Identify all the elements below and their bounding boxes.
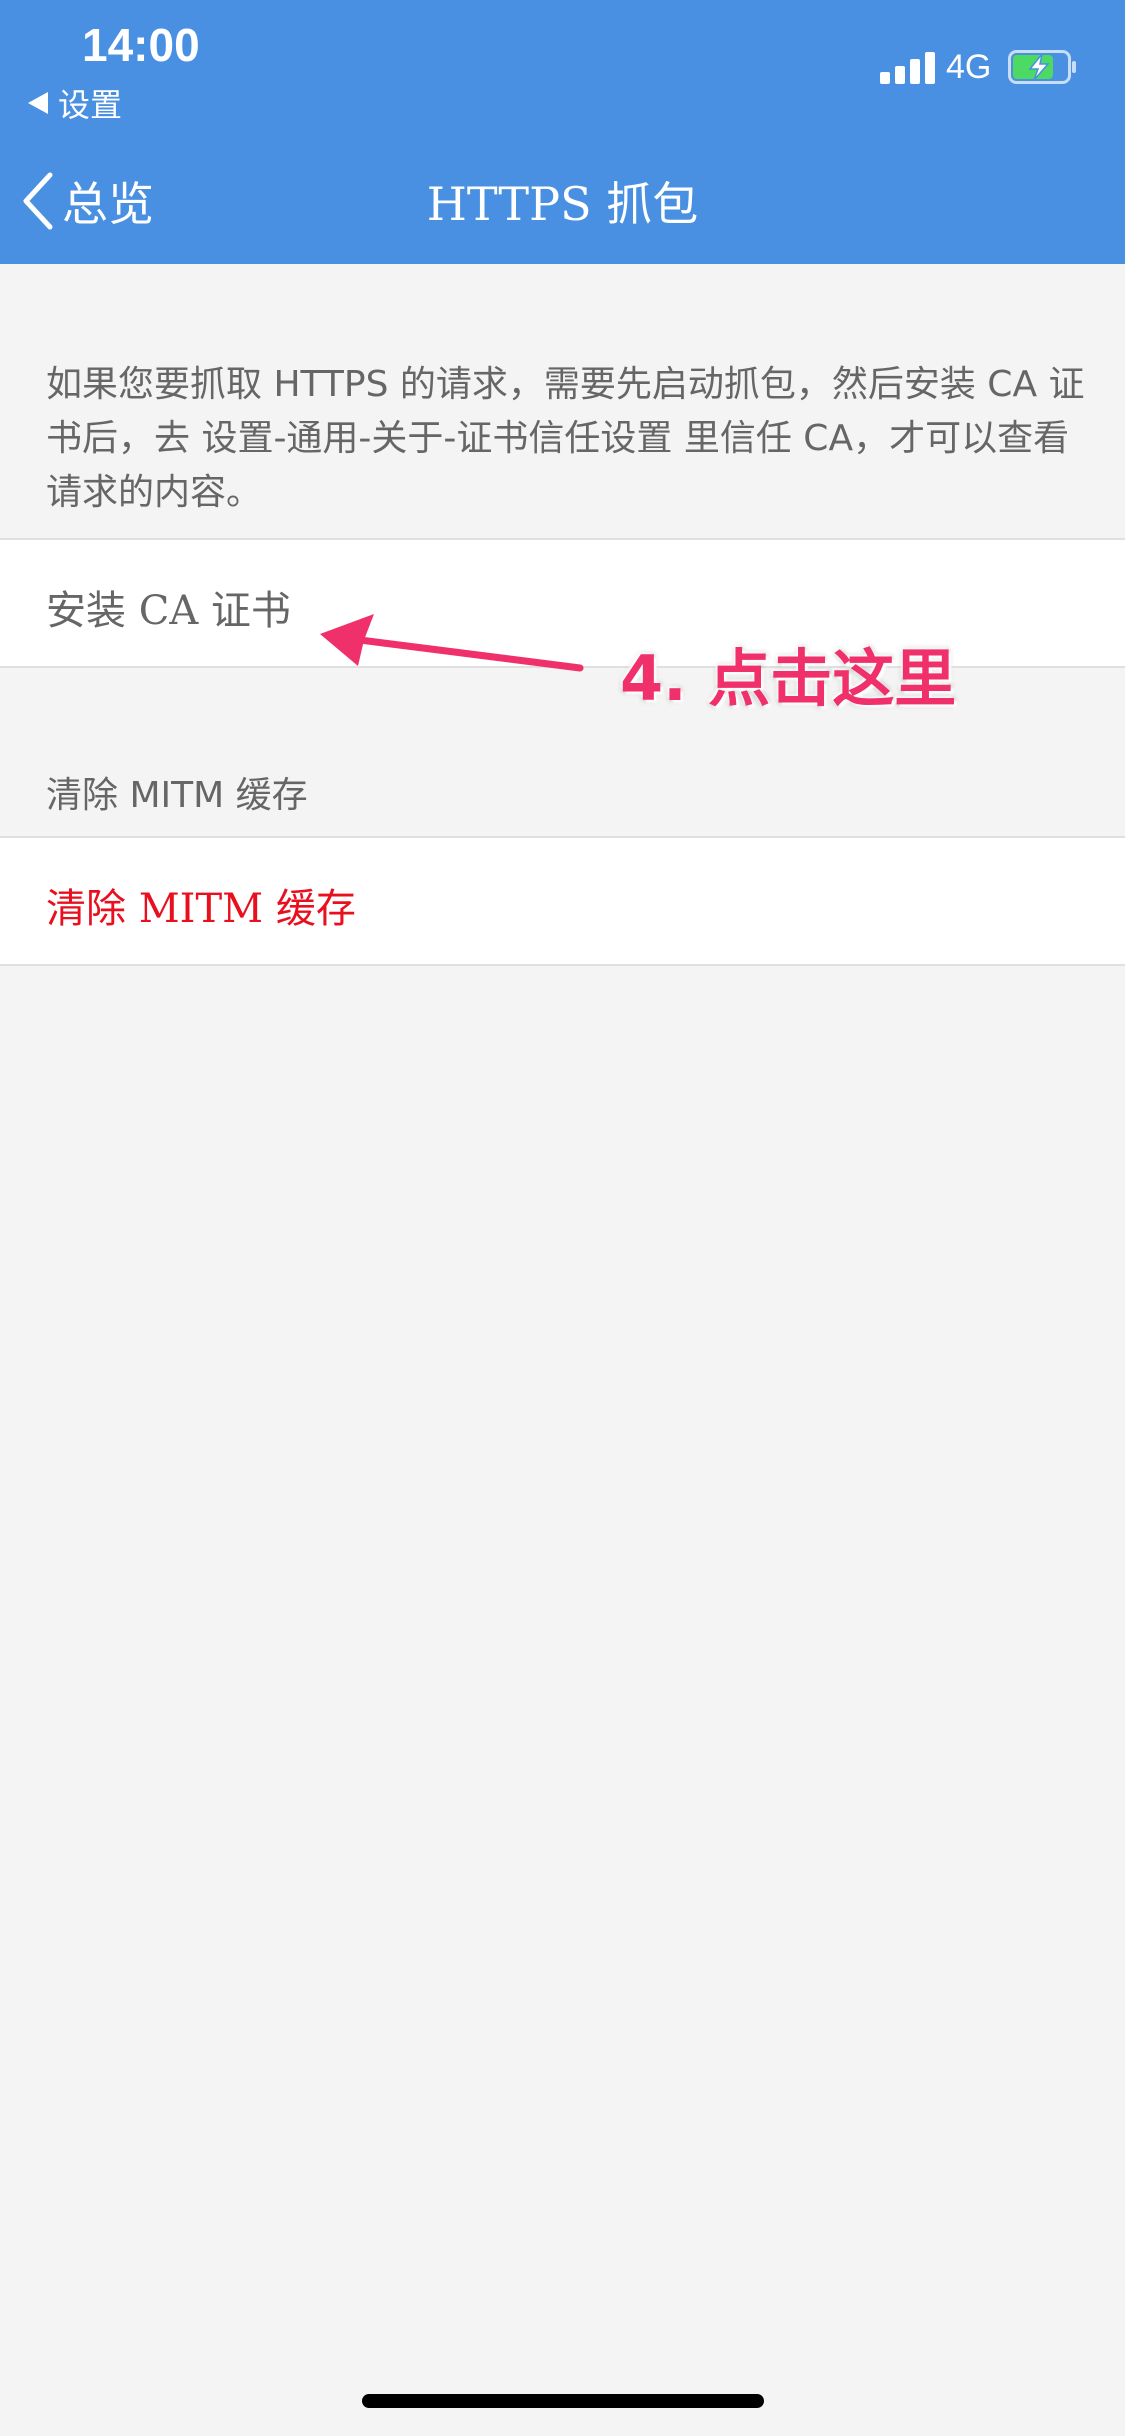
home-indicator[interactable] [362, 2394, 764, 2408]
back-to-app-button[interactable]: 设置 [28, 80, 122, 126]
battery-charging-icon [1008, 50, 1076, 84]
status-time: 14:00 [82, 19, 200, 71]
page-title: HTTPS 抓包 [426, 177, 699, 231]
clear-section-header: 清除 MITM 缓存 [46, 775, 308, 816]
back-triangle-icon [28, 92, 48, 114]
network-type: 4G [946, 48, 992, 86]
clear-mitm-cache-button[interactable]: 清除 MITM 缓存 [0, 836, 1125, 966]
tutorial-annotation: 4. 点击这里 [620, 642, 957, 715]
clear-mitm-cache-label: 清除 MITM 缓存 [46, 886, 356, 932]
signal-bars-icon [880, 50, 936, 84]
install-ca-cert-label: 安装 CA 证书 [46, 588, 291, 634]
annotation-arrow-icon [320, 614, 584, 672]
info-description: 如果您要抓取 HTTPS 的请求，需要先启动抓包，然后安装 CA 证书后，去 设… [46, 364, 1085, 513]
back-app-label: 设置 [58, 86, 123, 124]
header-bar: 14:00 设置 4G 总览 HTTPS 抓包 [0, 0, 1125, 264]
